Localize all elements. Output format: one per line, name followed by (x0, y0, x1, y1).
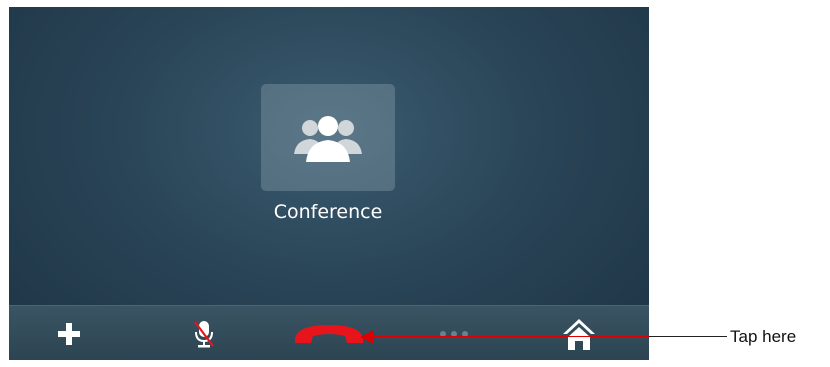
call-area: Conference (9, 7, 649, 305)
add-call-button[interactable] (39, 306, 99, 360)
annotation-leader-line (649, 336, 727, 337)
hang-up-icon (295, 324, 363, 343)
home-button[interactable] (549, 306, 609, 360)
plus-icon (58, 322, 80, 345)
conference-avatar-tile (261, 84, 395, 191)
more-options-button[interactable] (424, 306, 484, 360)
annotation-label: Tap here (730, 327, 797, 346)
microphone-muted-icon (194, 320, 214, 347)
mute-button[interactable] (174, 306, 234, 360)
annotation-arrowhead-icon (360, 330, 374, 344)
call-toolbar (9, 305, 649, 360)
phone-screen: Conference (9, 7, 649, 360)
contact-name: Conference (273, 201, 383, 223)
home-icon (563, 318, 595, 350)
group-icon (294, 115, 362, 162)
stage: Conference Tap here (0, 0, 830, 367)
